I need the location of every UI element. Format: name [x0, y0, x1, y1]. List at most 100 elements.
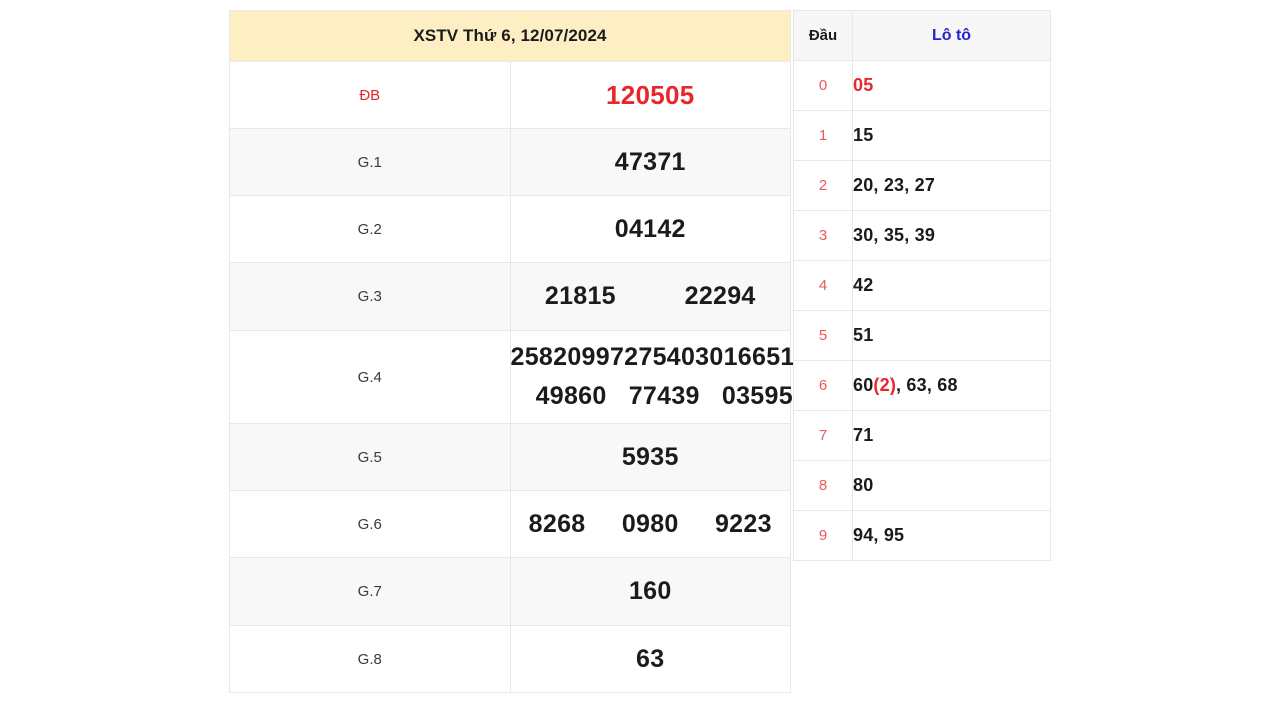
loto-values: 30, 35, 39: [852, 210, 1051, 261]
prize-number: 0980: [621, 509, 679, 538]
prize-number: 160: [628, 577, 672, 605]
prize-label-đb: ĐB: [229, 61, 511, 129]
prize-number: 77439: [628, 382, 700, 410]
loto-dau-digit: 7: [793, 410, 853, 461]
prize-number: 5935: [621, 442, 679, 471]
prize-values-cell: 8268 0980 9223: [509, 490, 791, 558]
prize-number-line: 160: [511, 577, 791, 606]
loto-dau-digit: 6: [793, 360, 853, 411]
prize-row: G.8 63: [229, 625, 791, 693]
result-table-title: XSTV Thứ 6, 12/07/2024: [229, 10, 791, 62]
loto-dau-digit: 2: [793, 160, 853, 211]
prize-label-g4: G.4: [229, 330, 511, 424]
loto-row: 8 80: [793, 460, 1051, 511]
loto-dau-digit: 3: [793, 210, 853, 261]
lottery-results-page: XSTV Thứ 6, 12/07/2024 ĐB 120505 G.1 47371 G…: [0, 0, 1280, 720]
prize-number: 21815: [544, 282, 616, 310]
prize-row: ĐB 120505: [229, 61, 791, 129]
loto-number-rest: , 63, 68: [896, 375, 958, 395]
prize-values-cell: 5935: [509, 423, 791, 491]
loto-values: 60(2), 63, 68: [852, 360, 1051, 411]
prize-number-line: 47371: [511, 148, 791, 177]
prize-number: 9223: [714, 509, 772, 538]
prize-values-cell: 63: [509, 625, 791, 693]
loto-values: 51: [852, 310, 1051, 361]
loto-row: 4 42: [793, 260, 1051, 311]
loto-row: 5 51: [793, 310, 1051, 361]
loto-row: 0 05: [793, 60, 1051, 111]
loto-row: 6 60(2), 63, 68: [793, 360, 1051, 411]
prize-row: G.2 04142: [229, 195, 791, 263]
prize-label-g2: G.2: [229, 195, 511, 263]
prize-number: 120505: [605, 79, 695, 110]
prize-values-cell: 21815 22294: [509, 262, 791, 331]
loto-row: 3 30, 35, 39: [793, 210, 1051, 261]
prize-row: G.1 47371: [229, 128, 791, 196]
prize-values-cell: 47371: [509, 128, 791, 196]
loto-row: 1 15: [793, 110, 1051, 161]
prize-number: 22294: [684, 282, 756, 310]
loto-header-body: Đầu Lô tô: [793, 10, 1051, 61]
loto-row: 7 71: [793, 410, 1051, 461]
loto-row: 9 94, 95: [793, 510, 1051, 561]
prize-rows-container: ĐB 120505 G.1 47371 G.2 04142 G.3 21815 22294 G.4…: [229, 61, 795, 693]
prize-row: G.3 21815 22294: [229, 262, 791, 331]
prize-label-g3: G.3: [229, 262, 511, 331]
loto-header-loto: Lô tô: [852, 10, 1051, 61]
prize-values-cell: 25820 99727 54030 16651 49860 77439 03595: [509, 330, 795, 424]
prize-result-table: XSTV Thứ 6, 12/07/2024 ĐB 120505 G.1 47371 G…: [229, 10, 795, 693]
loto-dau-digit: 4: [793, 260, 853, 311]
loto-number: 60: [853, 375, 874, 395]
loto-summary-table: Đầu Lô tô 0 05 1 15 2 20, 23, 27 3 30, 35, 39 4 4…: [793, 10, 1051, 561]
prize-number: 49860: [535, 382, 607, 410]
loto-row: 2 20, 23, 27: [793, 160, 1051, 211]
prize-values-cell: 120505: [509, 61, 791, 129]
loto-duplicate-count: (2): [873, 375, 897, 395]
prize-number: 99727: [581, 343, 653, 371]
prize-number-stack: 25820 99727 54030 16651 49860 77439 03595: [510, 343, 795, 411]
loto-values: 42: [852, 260, 1051, 311]
prize-number-line: 49860 77439 03595: [511, 382, 819, 411]
loto-dau-digit: 9: [793, 510, 853, 561]
prize-label-g1: G.1: [229, 128, 511, 196]
prize-number: 03595: [721, 382, 793, 410]
prize-values-cell: 04142: [509, 195, 791, 263]
prize-number-line: 63: [511, 645, 791, 674]
loto-values: 20, 23, 27: [852, 160, 1051, 211]
prize-number: 47371: [614, 147, 686, 176]
prize-result-body: XSTV Thứ 6, 12/07/2024: [229, 10, 791, 62]
prize-row: G.4 25820 99727 54030 16651 49860 77439 03595: [229, 330, 795, 424]
loto-values: 71: [852, 410, 1051, 461]
prize-number: 54030: [652, 343, 724, 371]
prize-number-line: 04142: [511, 215, 791, 244]
prize-number-line: 21815 22294: [511, 282, 791, 311]
loto-rows-container: 0 05 1 15 2 20, 23, 27 3 30, 35, 39 4 42 5 51 6 60(2)…: [793, 60, 1051, 561]
prize-label-g6: G.6: [229, 490, 511, 558]
loto-dau-digit: 1: [793, 110, 853, 161]
loto-values: 80: [852, 460, 1051, 511]
loto-header-row: Đầu Lô tô: [793, 10, 1051, 61]
result-header-row: XSTV Thứ 6, 12/07/2024: [229, 10, 791, 62]
prize-label-g5: G.5: [229, 423, 511, 491]
loto-values: 15: [852, 110, 1051, 161]
prize-number: 16651: [723, 343, 795, 371]
prize-number-line: 8268 0980 9223: [511, 510, 791, 539]
loto-dau-digit: 8: [793, 460, 853, 511]
loto-values: 05: [852, 60, 1051, 111]
prize-label-g7: G.7: [229, 557, 511, 626]
prize-number: 04142: [614, 214, 686, 243]
prize-number: 25820: [510, 343, 582, 371]
loto-dau-digit: 0: [793, 60, 853, 111]
loto-dau-digit: 5: [793, 310, 853, 361]
prize-number: 63: [636, 644, 665, 673]
prize-row: G.6 8268 0980 9223: [229, 490, 791, 558]
prize-row: G.7 160: [229, 557, 791, 626]
prize-values-cell: 160: [509, 557, 791, 626]
loto-values: 94, 95: [852, 510, 1051, 561]
prize-number-line: 25820 99727 54030 16651: [510, 343, 795, 372]
prize-number-line: 5935: [511, 443, 791, 472]
prize-number: 8268: [528, 509, 586, 538]
loto-header-dau: Đầu: [793, 10, 853, 61]
prize-row: G.5 5935: [229, 423, 791, 491]
prize-number-line: 120505: [511, 80, 791, 111]
